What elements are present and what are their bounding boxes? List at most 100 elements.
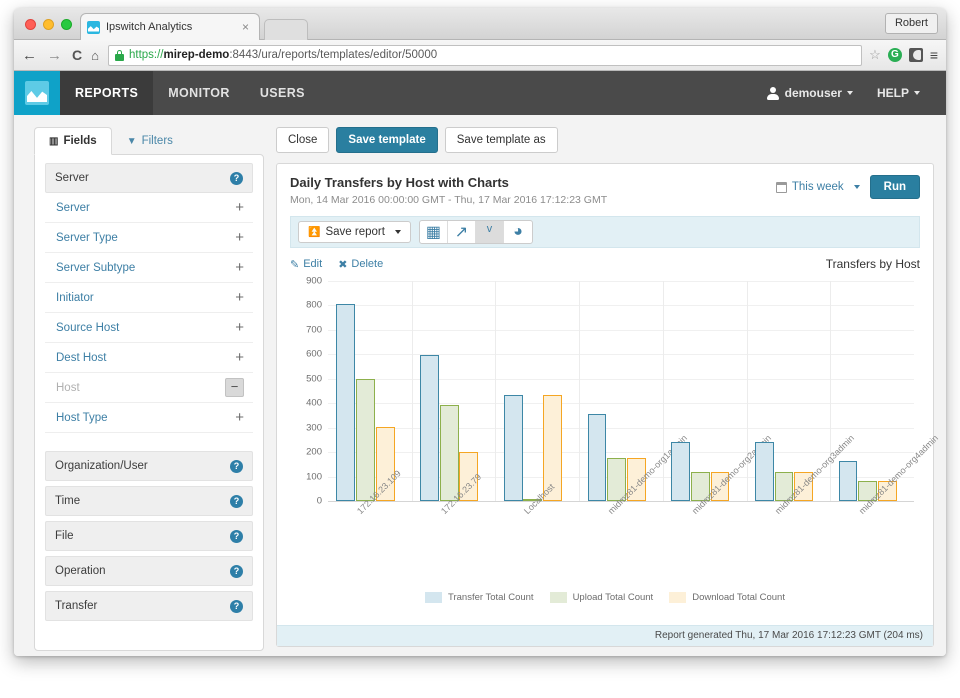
save-template-as-button[interactable]: Save template as	[444, 127, 558, 153]
nav-item-monitor[interactable]: MONITOR	[153, 71, 245, 115]
chart-bar[interactable]	[439, 404, 459, 501]
field-group-file[interactable]: File?	[45, 521, 253, 551]
run-button[interactable]: Run	[869, 175, 920, 199]
browser-tab-bar: Ipswitch Analytics × Robert	[14, 8, 946, 40]
forward-icon[interactable]: →	[47, 48, 62, 63]
chart-bar[interactable]	[838, 460, 858, 501]
field-row[interactable]: Host Type +	[45, 403, 253, 433]
tab-close-icon[interactable]: ×	[238, 21, 253, 33]
address-bar[interactable]: https://mirep-demo:8443/ura/reports/temp…	[107, 44, 863, 66]
help-icon[interactable]: ?	[230, 599, 243, 613]
field-row[interactable]: Initiator +	[45, 283, 253, 313]
legend-item[interactable]: Download Total Count	[669, 592, 785, 603]
chart-bar[interactable]	[336, 304, 356, 501]
chevron-down-icon	[853, 185, 860, 189]
nav-item-users[interactable]: USERS	[245, 71, 320, 115]
home-icon[interactable]: ⌂	[91, 48, 99, 63]
sidebar: ▥ Fields ▼ Filters Server ? Server + Serve…	[34, 127, 264, 656]
add-field-button[interactable]: +	[235, 200, 244, 215]
line-chart-icon[interactable]: ↗	[448, 221, 476, 243]
tab-fields[interactable]: ▥ Fields	[34, 127, 112, 155]
field-group-operation[interactable]: Operation?	[45, 556, 253, 586]
columns-icon: ▥	[49, 135, 59, 147]
gridline	[328, 378, 914, 380]
page-title: Daily Transfers by Host with Charts	[290, 175, 509, 190]
pencil-icon: ✎	[290, 258, 300, 271]
field-group-server[interactable]: Server ?	[45, 163, 253, 193]
window-maximize-button[interactable]	[61, 19, 72, 30]
url-path: :8443/ura/reports/templates/editor/50000	[229, 49, 438, 61]
bookmark-star-icon[interactable]: ☆	[869, 47, 881, 63]
new-tab-button[interactable]	[264, 19, 308, 40]
field-group-organization-user[interactable]: Organization/User?	[45, 451, 253, 481]
back-icon[interactable]: ←	[22, 48, 37, 63]
help-icon[interactable]: ?	[230, 494, 243, 508]
help-icon[interactable]: ?	[230, 564, 243, 578]
browser-menu-icon[interactable]: ≡	[930, 47, 938, 63]
field-row[interactable]: Dest Host +	[45, 343, 253, 373]
save-report-button[interactable]: ⏫ Save report	[298, 221, 411, 243]
date-range-picker[interactable]: This week	[775, 181, 860, 193]
extension-icon[interactable]	[908, 48, 923, 62]
chart-bar[interactable]	[503, 394, 523, 501]
save-template-button[interactable]: Save template	[336, 127, 438, 153]
browser-profile-button[interactable]: Robert	[884, 13, 938, 34]
url-host: mirep-demo	[163, 49, 230, 61]
chart-plot-area: 0 100 200 300 400 500 600 700 800 900 172.16.23.10…	[306, 276, 940, 517]
window-close-button[interactable]	[25, 19, 36, 30]
add-field-button[interactable]: +	[235, 290, 244, 305]
field-row[interactable]: Server +	[45, 193, 253, 223]
tab-filters[interactable]: ▼ Filters	[112, 127, 188, 155]
field-row[interactable]: Server Subtype +	[45, 253, 253, 283]
chart-bar[interactable]	[671, 441, 691, 501]
field-row[interactable]: Host −	[45, 373, 253, 403]
field-group-transfer[interactable]: Transfer?	[45, 591, 253, 621]
edit-label: Edit	[303, 258, 323, 270]
help-icon[interactable]: ?	[230, 529, 243, 543]
legend-swatch	[669, 592, 687, 603]
y-axis-tick-label: 0	[316, 495, 322, 507]
add-field-button[interactable]: +	[235, 350, 244, 365]
field-row-label: Server Type	[56, 231, 118, 244]
x-axis-tick-label: midmz81-demo-org4admin	[857, 432, 941, 517]
bar-chart-icon[interactable]: ᵛ	[475, 221, 504, 243]
y-axis-tick-label: 300	[306, 422, 322, 434]
y-axis-tick-label: 200	[306, 446, 322, 458]
nav-item-reports[interactable]: REPORTS	[60, 71, 154, 115]
legend-item[interactable]: Upload Total Count	[549, 592, 653, 603]
help-icon[interactable]: ?	[230, 459, 243, 473]
grammarly-extension-icon[interactable]: G	[887, 48, 902, 62]
close-button[interactable]: Close	[276, 127, 330, 153]
reload-icon[interactable]: C	[72, 47, 82, 63]
remove-field-button[interactable]: −	[225, 378, 244, 397]
category-separator	[830, 281, 832, 501]
user-menu[interactable]: demouser	[754, 86, 865, 100]
field-row[interactable]: Server Type +	[45, 223, 253, 253]
window-minimize-button[interactable]	[43, 19, 54, 30]
field-row[interactable]: Source Host +	[45, 313, 253, 343]
field-group-time[interactable]: Time?	[45, 486, 253, 516]
help-icon[interactable]: ?	[230, 171, 243, 185]
add-field-button[interactable]: +	[235, 260, 244, 275]
table-icon[interactable]: ▦	[420, 221, 448, 243]
add-field-button[interactable]: +	[235, 320, 244, 335]
app-logo-icon[interactable]	[14, 71, 60, 115]
edit-chart-button[interactable]: ✎ Edit	[290, 258, 322, 271]
help-menu[interactable]: HELP	[865, 86, 932, 100]
legend-label: Download Total Count	[692, 592, 785, 603]
chart-bar[interactable]	[356, 378, 375, 501]
chart-bar[interactable]	[754, 441, 774, 501]
add-field-button[interactable]: +	[235, 230, 244, 245]
add-field-button[interactable]: +	[235, 410, 244, 425]
pie-chart-icon[interactable]: ◕	[504, 221, 532, 243]
date-range-label: This week	[791, 181, 844, 193]
chart-bar[interactable]	[587, 413, 607, 501]
lock-icon	[114, 49, 124, 61]
gridline	[328, 281, 914, 282]
chart-bar[interactable]	[420, 354, 439, 501]
gridline	[328, 427, 914, 429]
app-navbar: REPORTS MONITOR USERS demouser HELP	[14, 71, 946, 115]
browser-tab[interactable]: Ipswitch Analytics ×	[80, 13, 260, 40]
delete-chart-button[interactable]: ✖ Delete	[338, 258, 383, 271]
legend-item[interactable]: Transfer Total Count	[425, 592, 534, 603]
